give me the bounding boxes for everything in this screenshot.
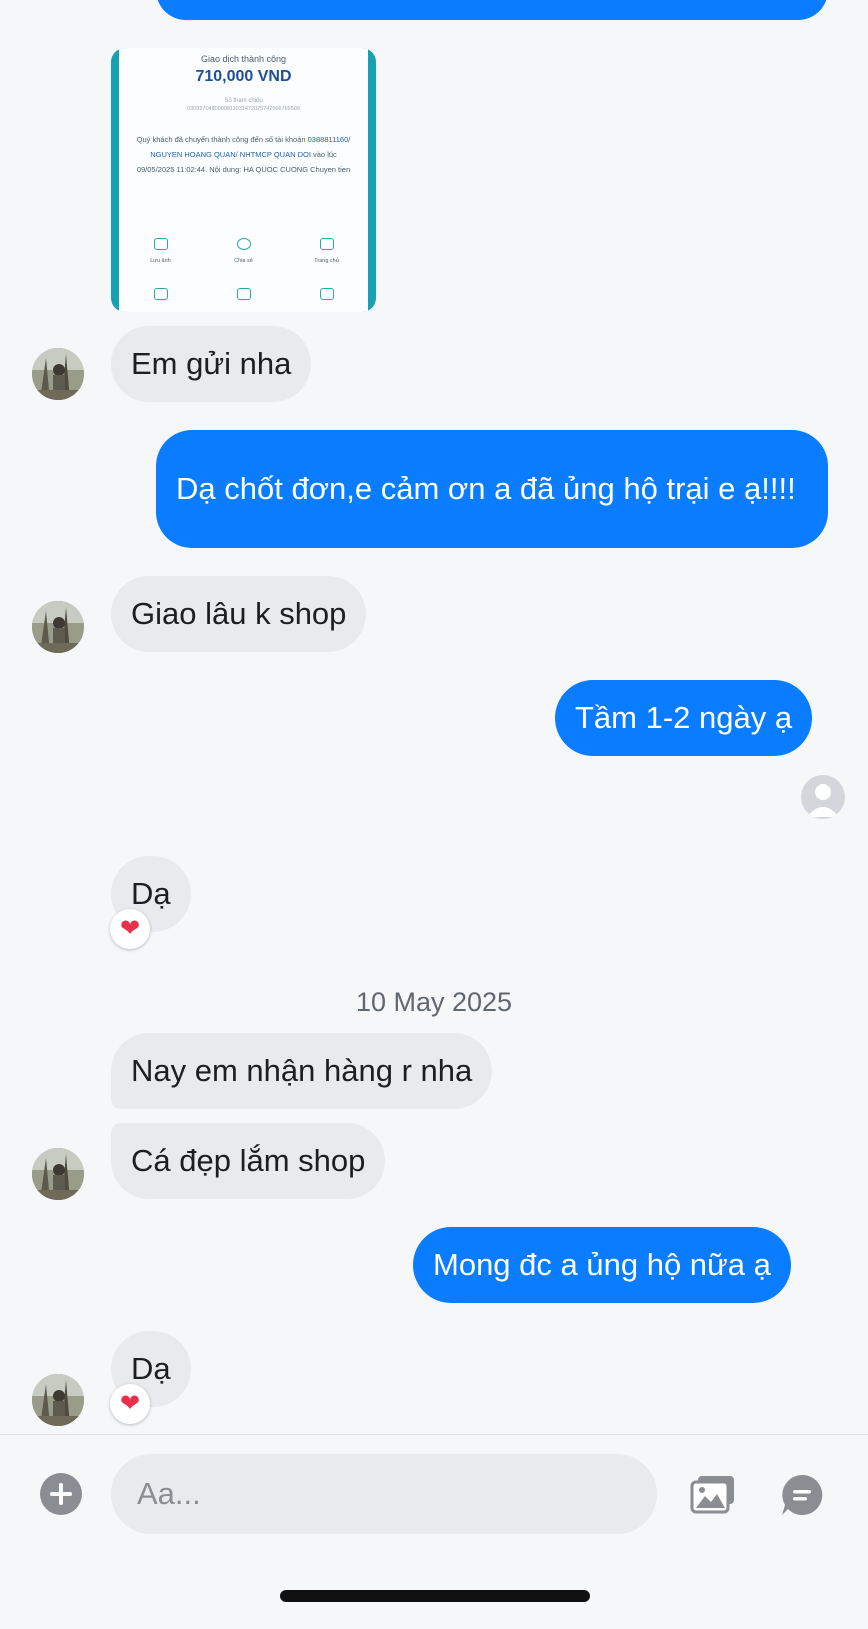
contact-avatar[interactable] — [32, 1374, 84, 1426]
message-input[interactable]: Aa... — [111, 1454, 657, 1534]
mail-icon — [153, 288, 168, 300]
message-text: Em gửi nha — [131, 346, 292, 381]
receipt-action-share: Chia sẻ — [234, 258, 253, 264]
incoming-message[interactable]: Nay em nhận hàng r nha — [111, 1033, 493, 1109]
home-icon — [319, 238, 334, 250]
message-text: Cá đẹp lắm shop — [131, 1143, 366, 1178]
receipt-title: Giao dịch thành công — [200, 54, 287, 64]
transfer-receipt-image[interactable]: Giao dịch thành công 710,000 VND Số tham… — [111, 48, 376, 312]
receipt-actions-2 — [119, 288, 368, 308]
message-text: Dạ — [131, 876, 171, 911]
message-text: Dạ — [131, 1351, 171, 1386]
outgoing-message[interactable]: Tầm 1-2 ngày ạ — [555, 680, 813, 756]
contact-avatar[interactable] — [32, 348, 84, 400]
contact-avatar[interactable] — [32, 601, 84, 653]
date-separator: 10 May 2025 — [355, 987, 513, 1017]
receipt-action-save: Lưu ảnh — [150, 258, 171, 264]
photo-gallery-icon[interactable] — [690, 1474, 736, 1514]
seen-avatar-icon — [801, 775, 845, 819]
message-input-placeholder: Aa... — [137, 1476, 201, 1511]
incoming-message[interactable]: Giao lâu k shop — [111, 576, 367, 652]
receipt-description: Quý khách đã chuyển thành công đến số tà… — [136, 135, 351, 174]
outgoing-message[interactable]: Mong đc a ủng hộ nữa ạ — [413, 1227, 791, 1303]
receipt-ref-code: 0309970480000811031472025742566769509 — [187, 106, 300, 112]
message-text: Nay em nhận hàng r nha — [131, 1053, 473, 1088]
message-text: Dạ chốt đơn,e cảm ơn a đã ủng hộ trại e … — [176, 471, 796, 506]
message-text: Giao lâu k shop — [131, 596, 347, 631]
chat-sticker-icon[interactable] — [780, 1473, 824, 1517]
heart-reaction-icon[interactable]: ❤ — [110, 1384, 150, 1424]
document-icon — [319, 288, 334, 300]
incoming-message[interactable]: Em gửi nha — [111, 326, 312, 402]
receipt-ref-label: Số tham chiếu — [224, 98, 263, 104]
receipt-amount: 710,000 VND — [195, 68, 292, 85]
message-text: Tầm 1-2 ngày ạ — [575, 700, 793, 735]
message-text: Mong đc a ủng hộ nữa ạ — [433, 1247, 771, 1282]
save-image-icon — [153, 238, 168, 250]
home-indicator — [280, 1590, 590, 1602]
outgoing-message-partial[interactable] — [156, 0, 828, 20]
receipt-actions: Lưu ảnh Chia sẻ Trang chủ — [119, 238, 368, 264]
incoming-message[interactable]: Cá đẹp lắm shop — [111, 1123, 386, 1199]
plus-circle-icon[interactable] — [40, 1473, 82, 1515]
outgoing-message[interactable]: Dạ chốt đơn,e cảm ơn a đã ủng hộ trại e … — [156, 430, 828, 548]
clipboard-icon — [236, 288, 251, 300]
heart-reaction-icon[interactable]: ❤ — [110, 909, 150, 949]
share-icon — [236, 238, 251, 250]
contact-avatar[interactable] — [32, 1148, 84, 1200]
receipt-action-home: Trang chủ — [314, 258, 339, 264]
